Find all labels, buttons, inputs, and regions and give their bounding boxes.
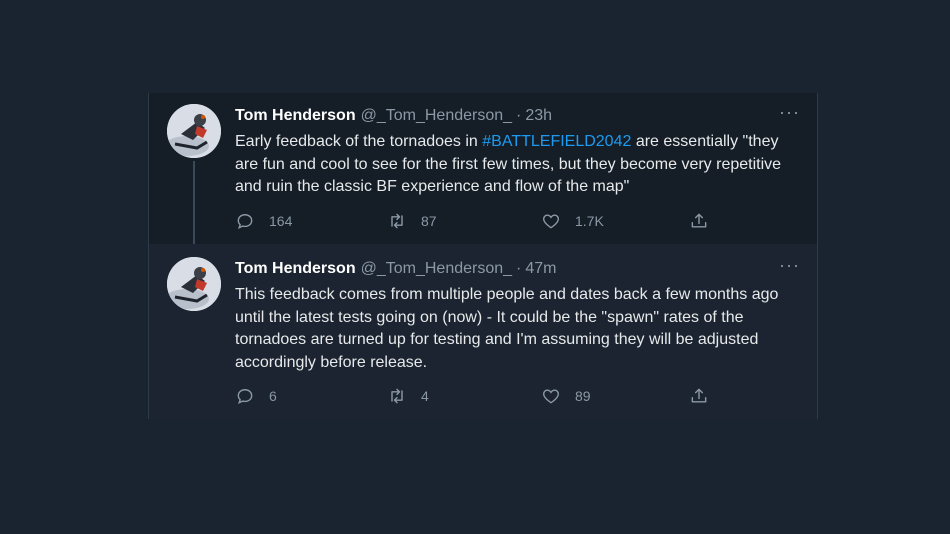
tweet-actions: 164 87 1.7K: [235, 210, 715, 232]
timestamp[interactable]: 23h: [525, 107, 552, 125]
like-icon: [543, 389, 559, 404]
tweet-2[interactable]: Tom Henderson @_Tom_Henderson_ · 47m ···…: [149, 244, 817, 419]
retweet-button[interactable]: 87: [387, 210, 437, 232]
share-button[interactable]: [689, 385, 723, 407]
share-icon: [691, 388, 707, 403]
reply-button[interactable]: 6: [235, 385, 277, 407]
avatar[interactable]: [167, 257, 221, 311]
tweet-thread: Tom Henderson @_Tom_Henderson_ · 23h ···…: [148, 93, 818, 419]
screen: Tom Henderson @_Tom_Henderson_ · 23h ···…: [0, 0, 950, 534]
separator-dot: ·: [516, 107, 522, 124]
author-handle[interactable]: @_Tom_Henderson_: [361, 107, 512, 125]
like-count: 1.7K: [575, 213, 604, 229]
avatar-image: [167, 257, 221, 311]
more-icon[interactable]: ···: [779, 256, 799, 278]
tweet-text-part: Early feedback of the tornadoes in: [235, 133, 483, 150]
retweet-icon: [391, 388, 403, 404]
reply-count: 6: [269, 388, 277, 404]
like-icon: [543, 214, 559, 229]
hashtag-link[interactable]: #BATTLEFIELD2042: [482, 133, 631, 150]
share-icon: [691, 213, 707, 228]
reply-count: 164: [269, 213, 293, 229]
tweet-text: Early feedback of the tornadoes in #BATT…: [235, 131, 795, 199]
tweet-text: This feedback comes from multiple people…: [235, 286, 779, 371]
author-handle[interactable]: @_Tom_Henderson_: [361, 260, 512, 278]
avatar-image: [167, 104, 221, 158]
retweet-count: 4: [421, 388, 429, 404]
reply-icon: [237, 214, 253, 229]
like-button[interactable]: 1.7K: [541, 210, 604, 232]
author-name[interactable]: Tom Henderson: [235, 107, 356, 125]
reply-icon: [237, 389, 253, 404]
tweet-1[interactable]: Tom Henderson @_Tom_Henderson_ · 23h ···…: [149, 93, 817, 253]
separator-dot: ·: [516, 260, 522, 277]
more-icon[interactable]: ···: [779, 103, 799, 125]
share-button[interactable]: [689, 210, 723, 232]
like-button[interactable]: 89: [541, 385, 591, 407]
avatar[interactable]: [167, 104, 221, 158]
tweet-header: Tom Henderson @_Tom_Henderson_ · 47m: [235, 260, 557, 280]
retweet-button[interactable]: 4: [387, 385, 429, 407]
tweet-actions: 6 4 89: [235, 385, 715, 407]
retweet-count: 87: [421, 213, 437, 229]
reply-button[interactable]: 164: [235, 210, 292, 232]
thread-connector-line: [193, 161, 195, 253]
retweet-icon: [391, 213, 403, 229]
timestamp[interactable]: 47m: [525, 260, 556, 278]
author-name[interactable]: Tom Henderson: [235, 260, 356, 278]
tweet-header: Tom Henderson @_Tom_Henderson_ · 23h: [235, 107, 552, 127]
like-count: 89: [575, 388, 591, 404]
